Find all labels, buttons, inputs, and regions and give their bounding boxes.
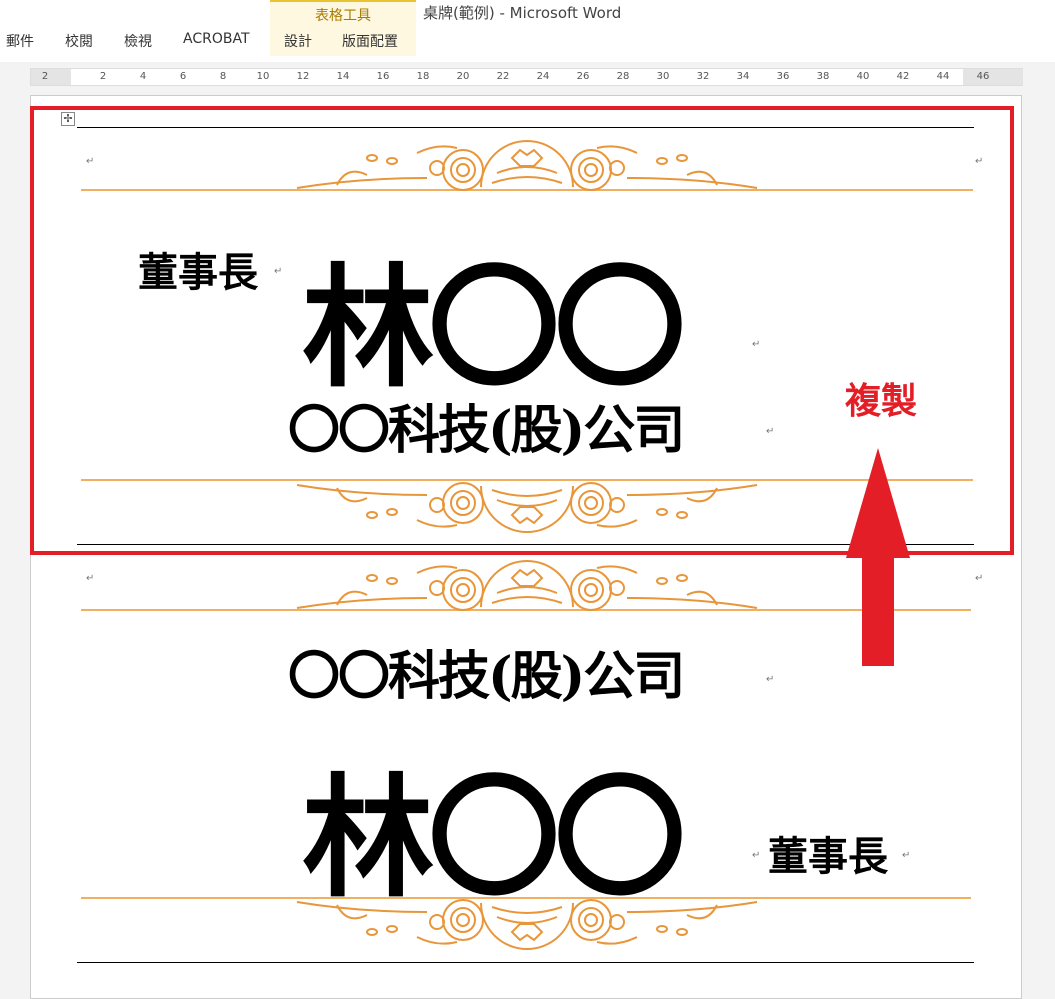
ruler-tick: 16 — [376, 71, 390, 82]
tab-design[interactable]: 設計 — [284, 31, 312, 51]
tab-mailings[interactable]: 郵件 — [6, 31, 34, 51]
ruler-tick: 36 — [776, 71, 790, 82]
ruler-tick: 40 — [856, 71, 870, 82]
ruler-tick: 4 — [139, 71, 147, 82]
context-title: 表格工具 — [315, 8, 371, 24]
ruler-tick: 10 — [256, 71, 270, 82]
ribbon: 表格工具 桌牌(範例) - Microsoft Word 郵件 校閱 檢視 AC… — [0, 0, 1055, 62]
tab-layout[interactable]: 版面配置 — [342, 31, 398, 51]
ruler-tick: 8 — [219, 71, 227, 82]
ruler-tick: 28 — [616, 71, 630, 82]
ruler-tick: 46 — [976, 71, 990, 82]
horizontal-ruler[interactable]: 2 2 4 6 8 10 12 14 16 18 20 22 24 26 28 30 32 34 36 38 40 42… — [30, 68, 1023, 86]
ruler-tick: 32 — [696, 71, 710, 82]
copy-annotation: 複製 — [845, 381, 918, 422]
ruler-tick: 20 — [456, 71, 470, 82]
ruler-tick: 2 — [41, 71, 49, 82]
ruler-tick: 12 — [296, 71, 310, 82]
ruler-tick: 18 — [416, 71, 430, 82]
tab-view[interactable]: 檢視 — [124, 31, 152, 51]
card2-title: 董事長 — [768, 833, 888, 880]
ruler-tick: 34 — [736, 71, 750, 82]
card2-company: 〇〇科技(股)公司 — [288, 646, 685, 707]
ruler-tick: 6 — [179, 71, 187, 82]
card2-name: 林〇〇 — [302, 761, 686, 916]
ruler-tick: 22 — [496, 71, 510, 82]
ruler-tick: 30 — [656, 71, 670, 82]
ruler-tick: 26 — [576, 71, 590, 82]
ruler-tick: 38 — [816, 71, 830, 82]
window-title: 桌牌(範例) - Microsoft Word — [423, 4, 622, 22]
ruler-tick: 44 — [936, 71, 950, 82]
ruler-tick: 2 — [99, 71, 107, 82]
tab-review[interactable]: 校閱 — [65, 31, 93, 51]
ruler-tick: 42 — [896, 71, 910, 82]
ornament-top-2 — [296, 560, 758, 611]
ruler-tick: 14 — [336, 71, 350, 82]
ruler-tick: 24 — [536, 71, 550, 82]
tab-acrobat[interactable]: ACROBAT — [183, 31, 250, 47]
arrow-up-icon — [846, 448, 910, 666]
